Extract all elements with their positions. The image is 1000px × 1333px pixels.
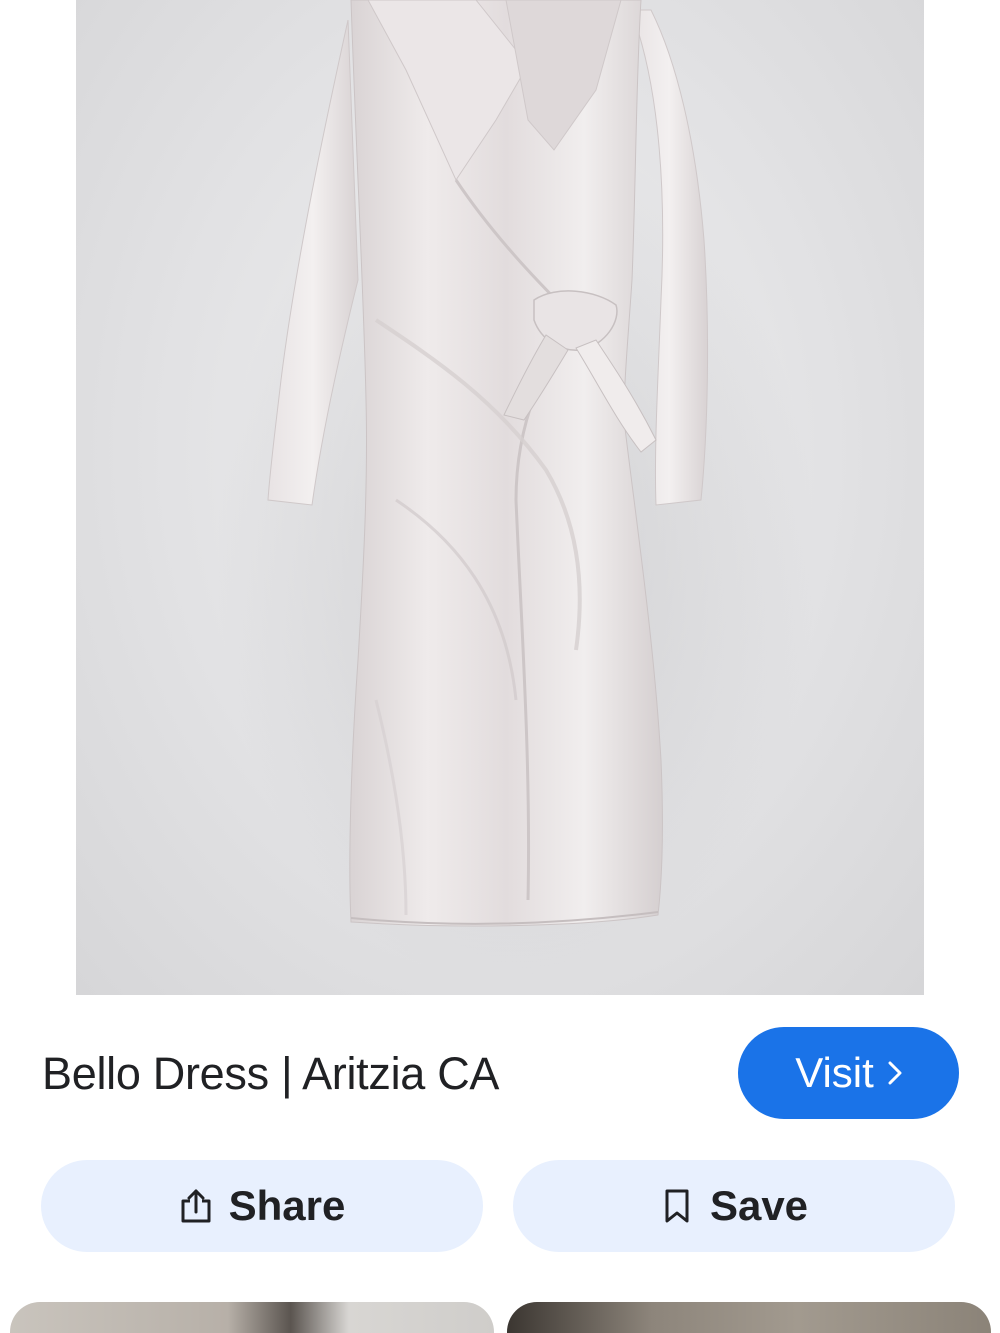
dress-illustration: [216, 0, 816, 990]
save-button-label: Save: [709, 1182, 809, 1229]
save-button[interactable]: Save: [513, 1160, 955, 1252]
image-viewer[interactable]: [0, 0, 1000, 995]
result-title-row: Bello Dress | Aritzia CA Visit: [0, 1025, 1000, 1121]
related-result-card[interactable]: [10, 1302, 494, 1333]
image-result-page: Bello Dress | Aritzia CA Visit Share Sav…: [0, 0, 1000, 1333]
product-image[interactable]: [76, 0, 924, 995]
visit-button[interactable]: Visit: [738, 1027, 959, 1119]
chevron-right-icon: [888, 1061, 902, 1085]
related-result-card[interactable]: [507, 1302, 991, 1333]
visit-button-label: Visit: [795, 1049, 874, 1096]
bookmark-icon: [665, 1189, 689, 1223]
share-button-label: Share: [228, 1182, 346, 1229]
share-icon: [181, 1189, 211, 1223]
share-button[interactable]: Share: [41, 1160, 483, 1252]
related-results: [0, 1302, 1000, 1333]
result-title[interactable]: Bello Dress | Aritzia CA: [42, 1049, 499, 1099]
action-row: Share Save: [0, 1160, 1000, 1252]
